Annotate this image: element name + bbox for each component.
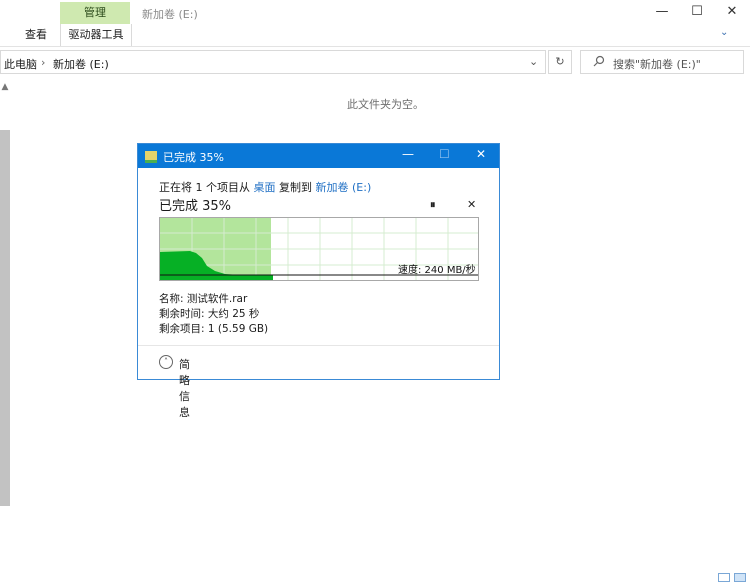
dialog-divider [138,345,499,346]
close-button[interactable]: ✕ [715,0,749,26]
tab-drive-tools[interactable]: 驱动器工具 [60,24,132,46]
ribbon-expand-icon[interactable]: ⌄ [720,27,728,38]
copy-status-line: 正在将 1 个项目从 桌面 复制到 新加卷 (E:) [159,179,371,195]
dialog-title: 已完成 35% [163,151,224,164]
breadcrumb-separator-icon: › [41,56,46,69]
progress-heading: 已完成 35% [159,199,232,214]
status-prefix: 正在将 1 个项目从 [159,181,250,194]
fewer-details-label: 简略信息 [179,358,190,419]
destination-link[interactable]: 新加卷 (E:) [316,181,372,194]
search-input[interactable]: 搜索"新加卷 (E:)" [580,50,744,74]
tab-view[interactable]: 查看 [25,24,47,46]
speed-label: 速度: 240 MB/秒 [398,265,476,276]
file-name-label: 名称: 测试软件.rar [159,293,248,305]
copy-progress-dialog: 已完成 35% — ☐ ✕ 正在将 1 个项目从 桌面 复制到 新加卷 (E:)… [137,143,500,419]
tab-manage[interactable]: 管理 [60,2,130,24]
breadcrumb-drive[interactable]: 新加卷 (E:) [53,56,109,72]
large-icons-view-icon[interactable] [734,573,746,582]
pause-button[interactable]: ⏸ [430,198,436,212]
source-link[interactable]: 桌面 [254,181,276,194]
items-remaining-label: 剩余项目: 1 (5.59 GB) [159,323,269,335]
empty-folder-message: 此文件夹为空。 [347,98,424,111]
dialog-minimize-button[interactable]: — [402,147,414,161]
dialog-maximize-button: ☐ [439,147,450,161]
nav-pane-scrollbar[interactable] [0,130,10,506]
details-view-icon[interactable] [718,573,730,582]
maximize-button[interactable]: ☐ [680,0,714,26]
refresh-button[interactable]: ↻ [548,50,572,74]
cancel-copy-button[interactable]: ✕ [467,198,476,211]
copy-folder-icon [145,151,157,163]
dialog-close-button[interactable]: ✕ [476,147,486,161]
minimize-button[interactable]: — [645,0,679,26]
chevron-up-icon: ˄ [159,355,173,369]
address-dropdown-icon[interactable]: ⌄ [529,55,538,68]
search-icon [593,55,605,70]
window-title: 新加卷 (E:) [142,8,198,21]
address-bar[interactable]: 此电脑 › 新加卷 (E:) ⌄ [0,50,546,74]
time-remaining-label: 剩余时间: 大约 25 秒 [159,308,260,320]
search-placeholder: 搜索"新加卷 (E:)" [613,58,701,71]
scroll-up-icon[interactable]: ▲ [0,82,10,96]
status-mid: 复制到 [279,181,312,194]
breadcrumb-this-pc[interactable]: 此电脑 [4,56,37,72]
transfer-speed-graph: 速度: 240 MB/秒 [159,217,479,281]
dialog-title-bar: 已完成 35% — ☐ ✕ [138,144,499,168]
